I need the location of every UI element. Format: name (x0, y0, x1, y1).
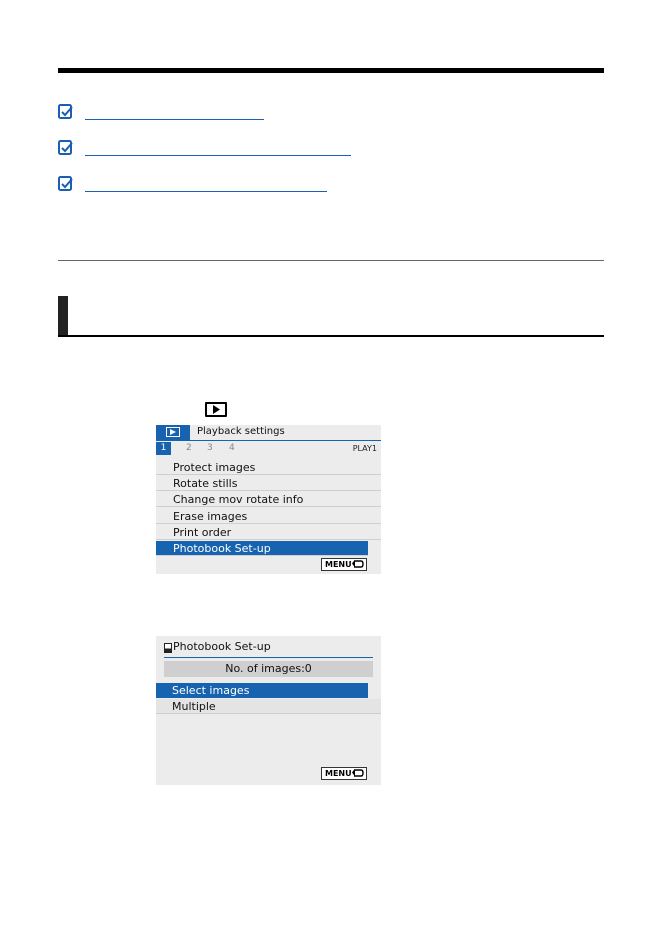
menu-item-select-images[interactable]: Select images (156, 683, 381, 698)
camera-menu-screen-photobook: Photobook Set-up No. of images:0 Select … (156, 636, 381, 785)
menu-item-rotate-stills[interactable]: Rotate stills (156, 476, 381, 491)
tab-3[interactable]: 3 (207, 443, 213, 453)
tab-2[interactable]: 2 (186, 443, 192, 453)
link-item[interactable] (58, 140, 352, 160)
top-rule (58, 68, 604, 73)
menu-item-print-order[interactable]: Print order (156, 525, 381, 540)
section-divider (58, 260, 604, 261)
checkbox-check-icon (58, 104, 73, 119)
tab-code: PLAY1 (352, 444, 377, 453)
menu-back-button[interactable]: MENU (321, 767, 367, 780)
title-line (164, 657, 373, 658)
link-underline (85, 155, 351, 156)
section-heading-rule (58, 335, 604, 337)
link-item[interactable] (58, 104, 264, 124)
section-heading-marker (58, 296, 68, 337)
photobook-icon (164, 643, 172, 653)
menu-back-button[interactable]: MENU (321, 558, 367, 571)
menu-item-photobook-setup[interactable]: Photobook Set-up (156, 541, 381, 556)
return-arrow-icon (352, 560, 364, 568)
header-line (156, 440, 381, 441)
menu-button-label: MENU (325, 769, 352, 778)
photobook-title: Photobook Set-up (173, 640, 271, 653)
checkbox-check-icon (58, 176, 73, 191)
link-underline (85, 119, 264, 120)
menu-item-multiple[interactable]: Multiple (156, 699, 381, 714)
tab-4[interactable]: 4 (229, 443, 235, 453)
playback-icon (205, 402, 227, 417)
playback-icon (166, 427, 180, 437)
menu-header-title: Playback settings (197, 426, 285, 437)
return-arrow-icon (352, 769, 364, 777)
menu-button-label: MENU (325, 560, 352, 569)
link-item[interactable] (58, 176, 328, 196)
link-underline (85, 191, 327, 192)
playback-tab[interactable] (156, 425, 190, 440)
checkbox-check-icon (58, 140, 73, 155)
tab-1[interactable]: 1 (156, 442, 171, 455)
menu-item-erase-images[interactable]: Erase images (156, 509, 381, 524)
menu-item-protect-images[interactable]: Protect images (156, 460, 381, 475)
camera-menu-screen-playback: Playback settings 1 2 3 4 PLAY1 Protect … (156, 425, 381, 574)
image-count: No. of images:0 (164, 661, 373, 677)
menu-item-change-mov-rotate-info[interactable]: Change mov rotate info (156, 492, 381, 507)
